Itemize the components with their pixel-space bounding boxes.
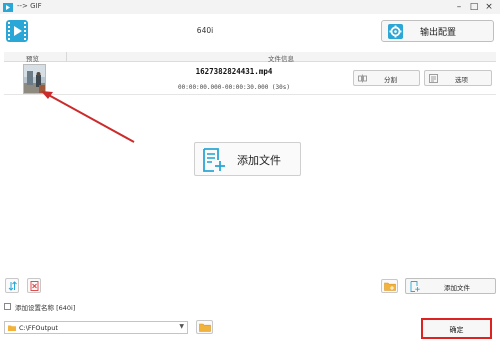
file-name: 1627382824431.mp4 — [195, 67, 273, 76]
add-folder-button[interactable] — [381, 279, 398, 293]
add-file-center-button[interactable]: 添加文件 — [194, 142, 301, 176]
browse-folder-button[interactable] — [196, 320, 213, 334]
table-row[interactable]: 1627382824431.mp4 00:00:00.000-00:00:30.… — [4, 62, 496, 95]
file-time-range: 00:00:00.000-00:00:30.000 (30s) — [178, 84, 290, 91]
options-label: 选项 — [455, 76, 468, 84]
preset-name: 640i — [196, 26, 214, 35]
add-file-small-icon — [410, 281, 420, 292]
output-path-select[interactable]: C:\FFOutput ▼ — [4, 321, 188, 334]
browse-folder-icon — [199, 323, 211, 332]
add-file-icon — [203, 148, 225, 172]
window-title: --> GIF — [17, 2, 42, 10]
gear-icon — [388, 24, 403, 39]
thumbnail-image — [24, 65, 45, 93]
app-icon — [3, 3, 13, 12]
options-button[interactable]: 选项 — [424, 70, 492, 86]
maximize-icon[interactable]: □ — [468, 1, 480, 13]
chevron-down-icon[interactable]: ▼ — [179, 323, 184, 330]
split-button[interactable]: 分割 — [353, 70, 420, 86]
delete-button[interactable] — [27, 278, 41, 293]
sort-icon — [8, 281, 17, 291]
output-config-button[interactable]: 输出配置 — [381, 20, 494, 42]
add-file-label: 添加文件 — [444, 284, 470, 292]
output-config-label: 输出配置 — [420, 28, 457, 38]
ok-label: 确定 — [449, 326, 464, 334]
column-divider — [66, 52, 67, 62]
add-file-button[interactable]: 添加文件 — [405, 278, 496, 294]
folder-icon — [8, 325, 16, 331]
output-path-value: C:\FFOutput — [19, 324, 58, 332]
delete-icon — [30, 281, 39, 291]
options-icon — [429, 74, 438, 83]
file-table-header: 预览 文件信息 — [4, 52, 496, 63]
add-preset-name-label: 添加设置名称 [640i] — [15, 304, 76, 312]
add-file-center-label: 添加文件 — [237, 154, 281, 167]
title-bar: --> GIF – □ × — [0, 0, 500, 14]
close-icon[interactable]: × — [483, 1, 495, 13]
add-folder-icon — [384, 282, 396, 291]
split-icon — [358, 74, 367, 83]
minimize-icon[interactable]: – — [453, 1, 465, 13]
sort-button[interactable] — [5, 278, 19, 293]
split-label: 分割 — [384, 76, 397, 84]
add-preset-name-checkbox[interactable] — [4, 303, 11, 310]
video-thumbnail[interactable] — [23, 64, 46, 94]
ok-button[interactable]: 确定 — [421, 318, 492, 339]
film-logo-icon — [6, 20, 28, 42]
